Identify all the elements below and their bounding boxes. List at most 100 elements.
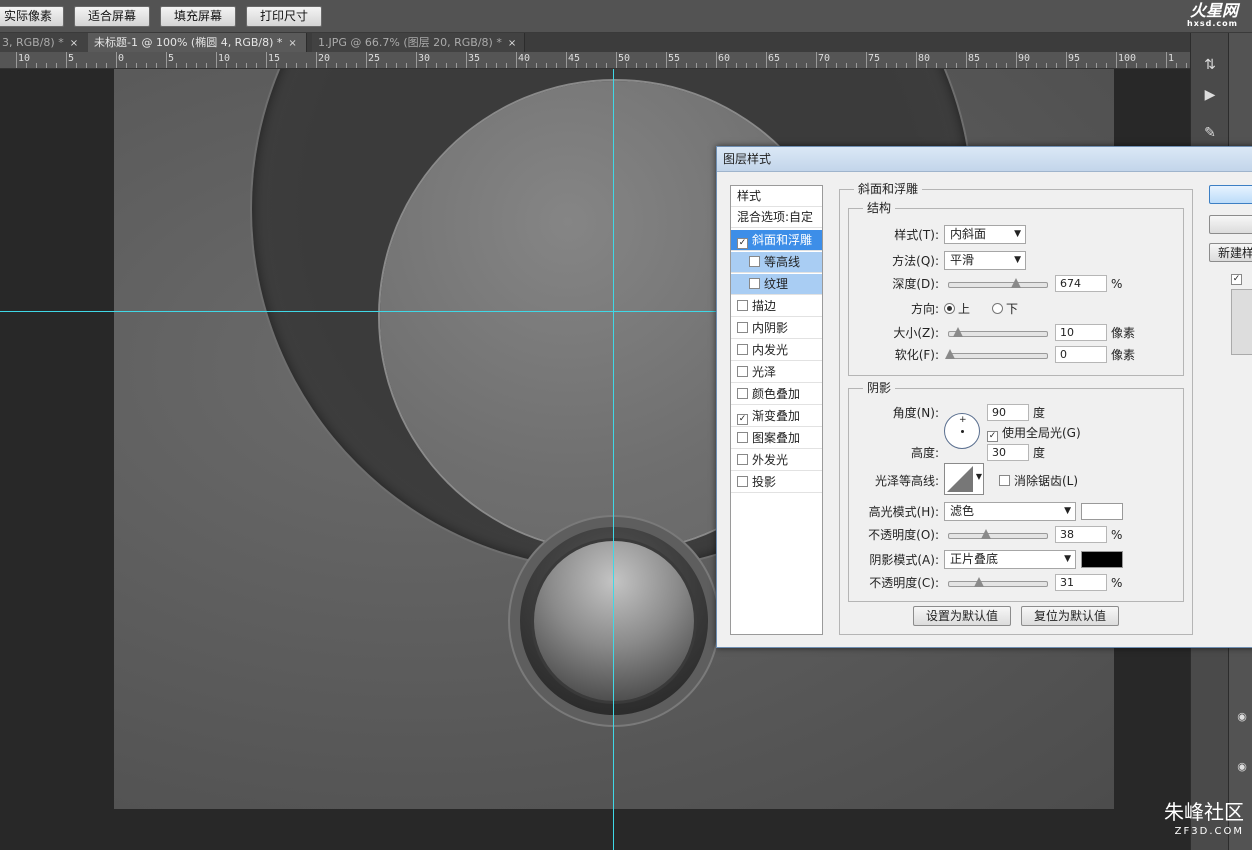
technique-label: 方法(Q): xyxy=(892,254,939,268)
shadow-mode-select[interactable]: 正片叠底 ▼ xyxy=(944,550,1076,569)
ruler-tick xyxy=(746,63,747,68)
style-item[interactable]: 纹理 xyxy=(731,274,822,295)
tab-untitled-1[interactable]: 未标题-1 @ 100% (椭圆 4, RGB/8) * × xyxy=(88,33,307,52)
slider-thumb[interactable] xyxy=(953,327,963,337)
style-item[interactable]: 等高线 xyxy=(731,252,822,273)
fill-screen-button[interactable]: 填充屏幕 xyxy=(160,6,236,27)
slider-thumb[interactable] xyxy=(1011,278,1021,288)
checkbox-icon[interactable]: ✓ xyxy=(737,238,748,249)
new-style-button[interactable]: 新建样式 xyxy=(1209,243,1252,262)
style-item[interactable]: ✓ 斜面和浮雕 xyxy=(731,230,822,251)
preview-checkbox[interactable]: ✓ xyxy=(1231,269,1246,285)
checkbox-icon[interactable] xyxy=(737,366,748,377)
highlight-opacity-slider[interactable] xyxy=(948,529,1048,539)
ruler-tick xyxy=(76,63,77,68)
style-item[interactable]: 颜色叠加 xyxy=(731,384,822,405)
ruler-tick xyxy=(616,52,617,68)
print-size-button[interactable]: 打印尺寸 xyxy=(246,6,322,27)
shadow-opacity-input[interactable]: 31 xyxy=(1055,574,1107,591)
soften-unit: 像素 xyxy=(1111,348,1136,362)
ruler-tick xyxy=(1016,52,1017,68)
checkbox-icon[interactable] xyxy=(737,322,748,333)
checkbox-icon[interactable] xyxy=(737,344,748,355)
shadow-color-swatch[interactable] xyxy=(1081,551,1123,568)
play-icon[interactable]: ▶ xyxy=(1201,87,1219,103)
soften-input[interactable]: 0 xyxy=(1055,346,1107,363)
eye-icon[interactable]: ◉ xyxy=(1233,709,1251,725)
tab-doc-3[interactable]: 3, RGB/8) * × xyxy=(0,33,89,52)
ruler-label: 45 xyxy=(568,53,581,64)
style-item[interactable]: 内阴影 xyxy=(731,318,822,339)
ruler-tick xyxy=(556,63,557,68)
angle-dial[interactable]: + xyxy=(944,413,980,449)
checkbox-icon[interactable] xyxy=(737,432,748,443)
cancel-button[interactable] xyxy=(1209,215,1252,234)
checkbox-icon[interactable] xyxy=(737,454,748,465)
close-icon[interactable]: × xyxy=(70,38,78,49)
style-item[interactable]: 描边 xyxy=(731,296,822,317)
ok-button[interactable] xyxy=(1209,185,1252,204)
style-item[interactable]: 投影 xyxy=(731,472,822,493)
checkbox-icon[interactable] xyxy=(737,300,748,311)
shadow-opacity-slider[interactable] xyxy=(948,577,1048,587)
slider-thumb[interactable] xyxy=(981,529,991,539)
close-icon[interactable]: × xyxy=(288,38,296,49)
eye-icon[interactable]: ◉ xyxy=(1233,759,1251,775)
angle-input[interactable]: 90 xyxy=(987,404,1029,421)
brush-icon[interactable]: ✎ xyxy=(1201,125,1219,141)
direction-up-radio[interactable]: 上 xyxy=(944,301,970,317)
highlight-opacity-input[interactable]: 38 xyxy=(1055,526,1107,543)
slider-thumb[interactable] xyxy=(974,577,984,587)
ruler-tick xyxy=(516,52,517,68)
checkbox-icon[interactable]: ✓ xyxy=(737,414,748,425)
make-default-button[interactable]: 设置为默认值 xyxy=(913,606,1011,626)
highlight-color-swatch[interactable] xyxy=(1081,503,1123,520)
slider-thumb[interactable] xyxy=(945,349,955,359)
horizontal-guide[interactable] xyxy=(0,311,716,312)
style-item[interactable]: 图案叠加 xyxy=(731,428,822,449)
checkbox-icon[interactable] xyxy=(749,256,760,267)
style-item-label: 纹理 xyxy=(764,277,789,291)
use-global-light-checkbox[interactable]: ✓ 使用全局光(G) xyxy=(987,425,1081,442)
ruler-tick xyxy=(656,63,657,68)
ruler-tick xyxy=(486,63,487,68)
reset-default-button[interactable]: 复位为默认值 xyxy=(1021,606,1119,626)
checkbox-icon[interactable] xyxy=(737,388,748,399)
fit-screen-button[interactable]: 适合屏幕 xyxy=(74,6,150,27)
style-list: 样式 混合选项:自定 ✓ 斜面和浮雕 等高线 纹理 描边 内阴影 内发光 光泽 颜色叠加 ✓ 渐变叠… xyxy=(730,185,823,635)
history-icon[interactable]: ⇅ xyxy=(1201,57,1219,73)
depth-slider[interactable] xyxy=(948,278,1048,288)
highlight-mode-select[interactable]: 滤色 ▼ xyxy=(944,502,1076,521)
radio-icon xyxy=(992,303,1003,314)
direction-down-radio[interactable]: 下 xyxy=(992,301,1018,317)
size-input[interactable]: 10 xyxy=(1055,324,1107,341)
ruler-tick xyxy=(146,63,147,68)
style-item[interactable]: 内发光 xyxy=(731,340,822,361)
style-item[interactable]: ✓ 渐变叠加 xyxy=(731,406,822,427)
technique-select[interactable]: 平滑 ▼ xyxy=(944,251,1026,270)
checkbox-icon[interactable] xyxy=(737,476,748,487)
style-label: 样式(T): xyxy=(894,228,939,242)
structure-title: 结构 xyxy=(863,201,896,215)
close-icon[interactable]: × xyxy=(508,38,516,49)
size-slider[interactable] xyxy=(948,327,1048,337)
gloss-contour-picker[interactable]: ▼ xyxy=(944,463,984,495)
vertical-guide[interactable] xyxy=(613,69,614,850)
horizontal-ruler[interactable]: 10 5 0 5 10 15 20 25 30 35 40 45 50 55 60 65 70 75 80 85 90 9… xyxy=(0,52,1190,69)
knob-button[interactable] xyxy=(534,541,694,701)
bevel-style-select[interactable]: 内斜面 ▼ xyxy=(944,225,1026,244)
blending-options-item[interactable]: 混合选项:自定 xyxy=(731,207,822,228)
soften-slider[interactable] xyxy=(945,349,1048,359)
actual-pixels-button[interactable]: 实际像素 xyxy=(0,6,64,27)
depth-input[interactable]: 674 xyxy=(1055,275,1107,292)
tab-1-jpg[interactable]: 1.JPG @ 66.7% (图层 20, RGB/8) * × xyxy=(312,33,525,52)
dropdown-arrow-icon: ▼ xyxy=(1014,229,1021,239)
style-item[interactable]: 外发光 xyxy=(731,450,822,471)
ruler-tick xyxy=(136,63,137,68)
dialog-title[interactable]: 图层样式 xyxy=(717,147,1252,172)
ruler-tick xyxy=(306,63,307,68)
anti-aliased-checkbox[interactable]: 消除锯齿(L) xyxy=(999,473,1078,489)
checkbox-icon[interactable] xyxy=(749,278,760,289)
style-item[interactable]: 光泽 xyxy=(731,362,822,383)
altitude-input[interactable]: 30 xyxy=(987,444,1029,461)
